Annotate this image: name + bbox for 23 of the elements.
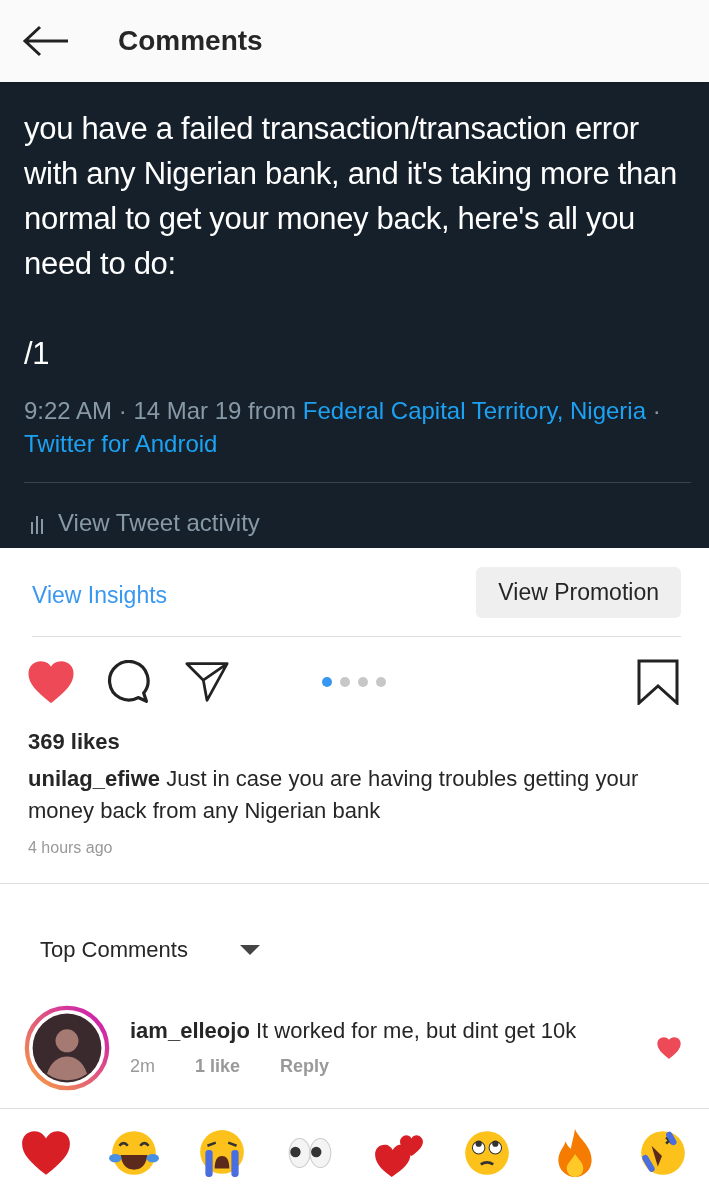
tweet-activity-link[interactable]: View Tweet activity [58, 509, 260, 537]
sort-label[interactable]: Top Comments [40, 936, 188, 963]
view-insights-link[interactable]: View Insights [32, 581, 168, 609]
tweet-text: you have a failed transaction/transaction error with any Nigerian bank, and it's taking more than normal to get your money back, here's all you need to do: [24, 110, 678, 283]
comment-icon[interactable] [106, 660, 152, 704]
avatar[interactable] [24, 1004, 110, 1091]
send-icon[interactable] [184, 660, 230, 704]
comment-text: iam_elleojo It worked for me, but dint get 10k [130, 1018, 578, 1044]
location-link[interactable]: Federal Capital Territory, Nigeria [302, 397, 647, 424]
comment-time: 2m [130, 1056, 155, 1077]
heart-icon[interactable] [28, 660, 74, 704]
likes-count[interactable]: 369 likes [28, 729, 681, 755]
tweet-thread-number: /1 [24, 335, 51, 373]
back-arrow-icon[interactable] [22, 25, 70, 57]
bookmark-icon[interactable] [637, 659, 679, 705]
tweet-meta: 9:22 AM · 14 Mar 19 from Federal Capital Territory, Nigeria · Twitter for Android [24, 396, 662, 459]
dropdown-caret-icon[interactable] [239, 944, 260, 955]
client-link[interactable]: Twitter for Android [24, 430, 218, 457]
post-time: 4 hours ago [28, 839, 114, 857]
heart-icon[interactable] [657, 1036, 681, 1059]
view-promotion-button[interactable]: View Promotion [476, 566, 681, 618]
header-title: Comments [118, 25, 263, 57]
post-caption: unilag_efiwe Just in case you are having troubles getting your money back from any Nigerian bank [28, 765, 640, 825]
